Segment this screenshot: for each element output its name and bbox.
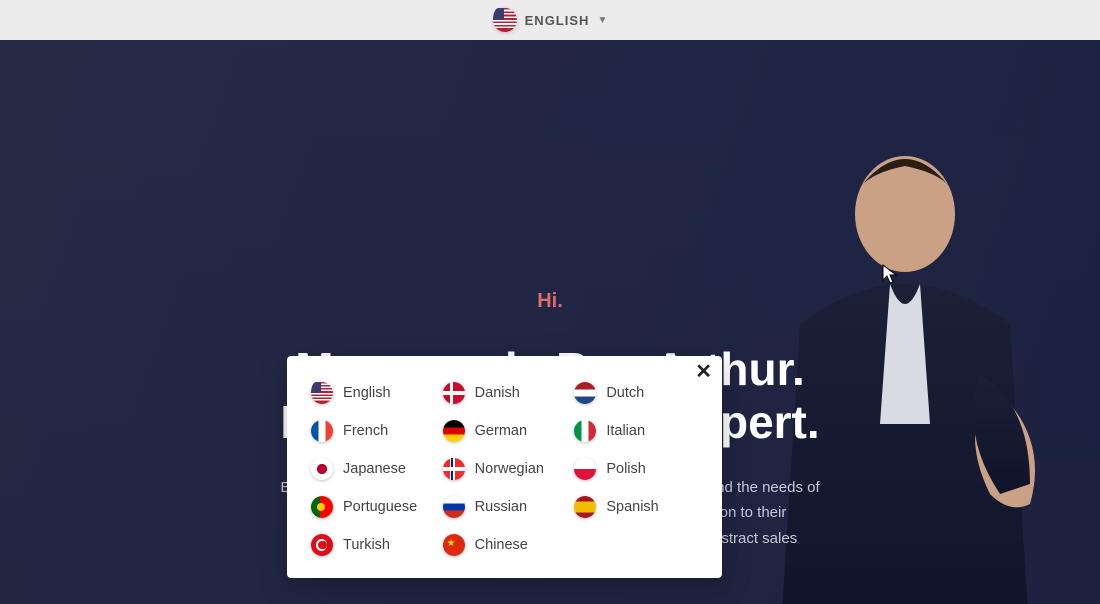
language-option-dutch[interactable]: Dutch	[574, 382, 698, 404]
language-option-russian[interactable]: Russian	[443, 496, 567, 518]
close-icon[interactable]: ✕	[695, 362, 712, 382]
nl-flag-icon	[574, 382, 596, 404]
language-option-turkish[interactable]: Turkish	[311, 534, 435, 556]
language-option-chinese[interactable]: Chinese	[443, 534, 567, 556]
language-modal: ✕ English Danish Dutch French German Italian J…	[287, 356, 722, 578]
language-option-french[interactable]: French	[311, 420, 435, 442]
language-option-norwegian[interactable]: Norwegian	[443, 458, 567, 480]
jp-flag-icon	[311, 458, 333, 480]
tr-flag-icon	[311, 534, 333, 556]
language-option-label: German	[475, 423, 527, 439]
chevron-down-icon: ▼	[597, 15, 607, 26]
language-option-danish[interactable]: Danish	[443, 382, 567, 404]
no-flag-icon	[443, 458, 465, 480]
language-option-label: Chinese	[475, 537, 528, 553]
language-option-label: Spanish	[606, 499, 658, 515]
language-option-polish[interactable]: Polish	[574, 458, 698, 480]
language-option-english[interactable]: English	[311, 382, 435, 404]
es-flag-icon	[574, 496, 596, 518]
language-option-german[interactable]: German	[443, 420, 567, 442]
topbar: ENGLISH ▼	[0, 0, 1100, 40]
language-option-label: French	[343, 423, 388, 439]
language-selector[interactable]: ENGLISH ▼	[485, 4, 616, 36]
language-option-japanese[interactable]: Japanese	[311, 458, 435, 480]
language-grid: English Danish Dutch French German Italian Jap…	[311, 382, 698, 556]
language-option-label: Portuguese	[343, 499, 417, 515]
it-flag-icon	[574, 420, 596, 442]
language-option-label: Turkish	[343, 537, 390, 553]
language-option-label: Polish	[606, 461, 646, 477]
ru-flag-icon	[443, 496, 465, 518]
language-option-label: Norwegian	[475, 461, 544, 477]
language-option-label: Danish	[475, 385, 520, 401]
us-flag-icon	[493, 8, 517, 32]
language-option-italian[interactable]: Italian	[574, 420, 698, 442]
language-option-label: Italian	[606, 423, 645, 439]
language-option-label: Japanese	[343, 461, 406, 477]
language-option-label: English	[343, 385, 391, 401]
hero-greeting: Hi.	[150, 290, 950, 313]
language-option-label: Russian	[475, 499, 527, 515]
language-option-label: Dutch	[606, 385, 644, 401]
pt-flag-icon	[311, 496, 333, 518]
language-option-portuguese[interactable]: Portuguese	[311, 496, 435, 518]
language-selector-label: ENGLISH	[525, 13, 590, 28]
cn-flag-icon	[443, 534, 465, 556]
language-option-spanish[interactable]: Spanish	[574, 496, 698, 518]
dk-flag-icon	[443, 382, 465, 404]
pl-flag-icon	[574, 458, 596, 480]
de-flag-icon	[443, 420, 465, 442]
us-flag-icon	[311, 382, 333, 404]
fr-flag-icon	[311, 420, 333, 442]
